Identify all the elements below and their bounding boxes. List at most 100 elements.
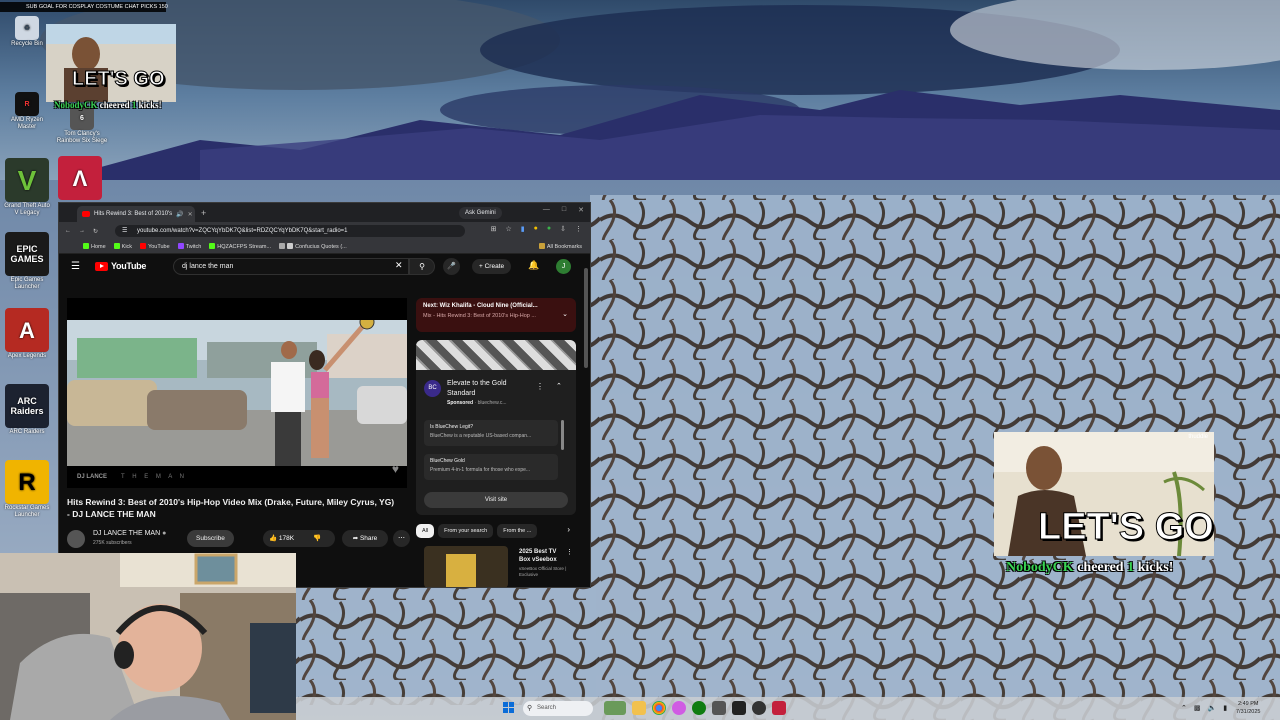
create-label: Create [484, 263, 505, 270]
browser-window[interactable]: Hits Rewind 3: Best of 2010's 🔊 ✕ + Ask … [58, 202, 591, 588]
chevron-up-icon[interactable]: ⌃ [1181, 704, 1187, 712]
ad-logo[interactable]: BC [424, 380, 441, 397]
ad-scrollbar[interactable] [561, 420, 564, 450]
dislike-button[interactable]: 👎 [313, 530, 321, 547]
window-controls: — □ ✕ [543, 206, 584, 214]
browser-tab-active[interactable]: Hits Rewind 3: Best of 2010's 🔊 ✕ [77, 206, 195, 222]
alert-username: NobodyCK [1006, 560, 1074, 575]
desktop-icon-epic-games[interactable]: EPIC GAMES Epic Games Launcher [4, 232, 50, 291]
search-button[interactable]: ⚲ [409, 258, 435, 275]
channel-name[interactable]: DJ LANCE THE MAN ● [93, 530, 166, 537]
chip-all[interactable]: All [416, 524, 435, 538]
desktop-icon-gta-v[interactable]: V Grand Theft Auto V Legacy [4, 158, 50, 217]
minimize-icon[interactable]: — [543, 206, 550, 214]
back-icon[interactable]: ← [65, 228, 71, 234]
menu-dots-icon[interactable]: ⋮ [575, 225, 582, 233]
visit-site-button[interactable]: Visit site [424, 492, 568, 508]
desktop-icon-recycle-bin[interactable]: ♻ Recycle Bin [4, 16, 50, 48]
subscribe-button[interactable]: Subscribe [187, 530, 234, 547]
related-video-thumbnail[interactable] [424, 546, 508, 587]
create-button[interactable]: + Create [472, 259, 512, 274]
account-avatar[interactable]: J [556, 259, 571, 274]
search-input[interactable]: dj lance the man [173, 258, 409, 275]
chevron-up-icon[interactable]: ⌃ [556, 382, 562, 390]
folder-icon [538, 243, 545, 249]
taskbar-search[interactable]: Search [523, 701, 593, 716]
notifications-bell-icon[interactable]: 🔔 [528, 260, 539, 271]
ask-gemini-button[interactable]: Ask Gemini [459, 207, 502, 219]
forward-icon[interactable]: → [79, 228, 85, 234]
start-button[interactable] [503, 702, 515, 714]
bookmark-item[interactable]: Twitch [177, 243, 201, 250]
video-watermark: DJ LANCE T H E M A N [77, 474, 187, 480]
extension-icon[interactable]: ● [534, 225, 538, 233]
reload-icon[interactable]: ↻ [93, 228, 98, 235]
downloads-icon[interactable]: ⇩ [560, 225, 566, 233]
bookmark-item[interactable]: HQZACFPS Stream... [209, 243, 271, 250]
tab-audio-icon[interactable]: 🔊 [176, 211, 183, 218]
battery-icon[interactable]: ▮ [1223, 704, 1227, 712]
desktop-icon-apex-legends[interactable]: A Apex Legends [4, 308, 50, 360]
tab-close-icon[interactable]: ✕ [188, 211, 193, 218]
bookmark-item[interactable]: Confucius Quotes (... [279, 243, 347, 250]
epic-games-taskbar-icon[interactable] [732, 701, 746, 715]
site-info-icon[interactable]: ☰ [122, 225, 127, 237]
chrome-icon[interactable] [652, 701, 666, 715]
like-button[interactable]: 👍 178K [269, 530, 294, 547]
obs-icon[interactable] [752, 701, 766, 715]
bookmark-item[interactable]: YouTube [140, 243, 170, 250]
more-actions-button[interactable]: ⋯ [393, 530, 410, 547]
up-next-panel[interactable]: Next: Wiz Khalifa - Cloud Nine (Official… [416, 298, 576, 332]
game-app-icon[interactable] [712, 701, 726, 715]
video-player[interactable]: DJ LANCE T H E M A N ♥ [67, 298, 407, 488]
profile-icon[interactable]: ● [547, 225, 551, 233]
install-icon[interactable]: ⊞ [491, 225, 497, 233]
chip-from-the[interactable]: From the ... [497, 524, 538, 538]
browser-tabstrip: Hits Rewind 3: Best of 2010's 🔊 ✕ + Ask … [59, 203, 590, 222]
bookmark-star-icon[interactable]: ☆ [506, 225, 512, 233]
bookmark-item[interactable]: Home [83, 243, 106, 250]
desktop-icon-rockstar-launcher[interactable]: R Rockstar Games Launcher [4, 460, 50, 519]
alert-count: 1 [131, 100, 137, 110]
speaker-icon[interactable]: 🔈 [1208, 704, 1217, 712]
desktop-icon-amd-ryzen-master[interactable]: R AMD Ryzen Master [4, 92, 50, 131]
maximize-icon[interactable]: □ [562, 206, 566, 214]
kick-icon [83, 243, 89, 249]
ad-title[interactable]: Elevate to the Gold Standard [447, 379, 527, 399]
address-bar[interactable]: ☰ youtube.com/watch?v=ZQCYqYbDK7Q&list=R… [115, 225, 465, 237]
desktop-icon-arc-raiders[interactable]: ARC Raiders ARC Raiders [4, 384, 50, 436]
page-scrollbar[interactable] [584, 268, 588, 368]
all-bookmarks-button[interactable]: All Bookmarks [538, 243, 582, 250]
stream-app-icon[interactable] [772, 701, 786, 715]
desktop-icon-arcade-app[interactable]: Λ [56, 156, 104, 201]
xbox-icon[interactable] [692, 701, 706, 715]
related-video-title[interactable]: 2025 Best TV Box vSeebox [519, 548, 567, 564]
chevron-down-icon[interactable]: ⌄ [562, 310, 568, 318]
ad-banner-image[interactable] [416, 340, 576, 370]
channel-avatar[interactable] [67, 530, 85, 548]
app-icon[interactable] [672, 701, 686, 715]
close-window-icon[interactable]: ✕ [578, 206, 584, 214]
network-icon[interactable]: ▩ [1194, 704, 1201, 712]
ad-sitelink[interactable]: BlueChew Gold Premium 4-in-1 formula for… [424, 454, 558, 480]
youtube-logo[interactable]: YouTube [95, 261, 146, 271]
alert-verb: cheered [1077, 560, 1124, 575]
ad-menu-dots-icon[interactable]: ⋮ [536, 382, 544, 391]
file-explorer-icon[interactable] [632, 701, 646, 715]
ad-sitelink[interactable]: Is BlueChew Legit? BlueChew is a reputab… [424, 420, 558, 446]
chevron-right-icon[interactable]: › [567, 525, 570, 534]
voice-search-button[interactable]: 🎤 [443, 258, 460, 275]
taskbar-clock[interactable]: 2:49 PM 7/31/2025 [1236, 700, 1260, 716]
extension-icon[interactable]: ▮ [521, 225, 525, 233]
chip-from-your-search[interactable]: From your search [438, 524, 494, 538]
clear-search-icon[interactable]: ✕ [395, 260, 403, 271]
share-button[interactable]: ➦ Share [342, 530, 388, 547]
new-tab-button[interactable]: + [201, 208, 206, 218]
bookmark-item[interactable]: Kick [113, 243, 132, 250]
hamburger-menu-icon[interactable]: ☰ [71, 261, 80, 272]
apex-legends-icon: A [5, 308, 49, 352]
related-menu-dots-icon[interactable]: ⋮ [566, 548, 573, 556]
related-video-item[interactable]: 2025 Best TV Box vSeebox vSeeBox Officia… [416, 546, 576, 587]
widgets-icon[interactable] [604, 701, 626, 715]
epic-games-icon: EPIC GAMES [5, 232, 49, 276]
